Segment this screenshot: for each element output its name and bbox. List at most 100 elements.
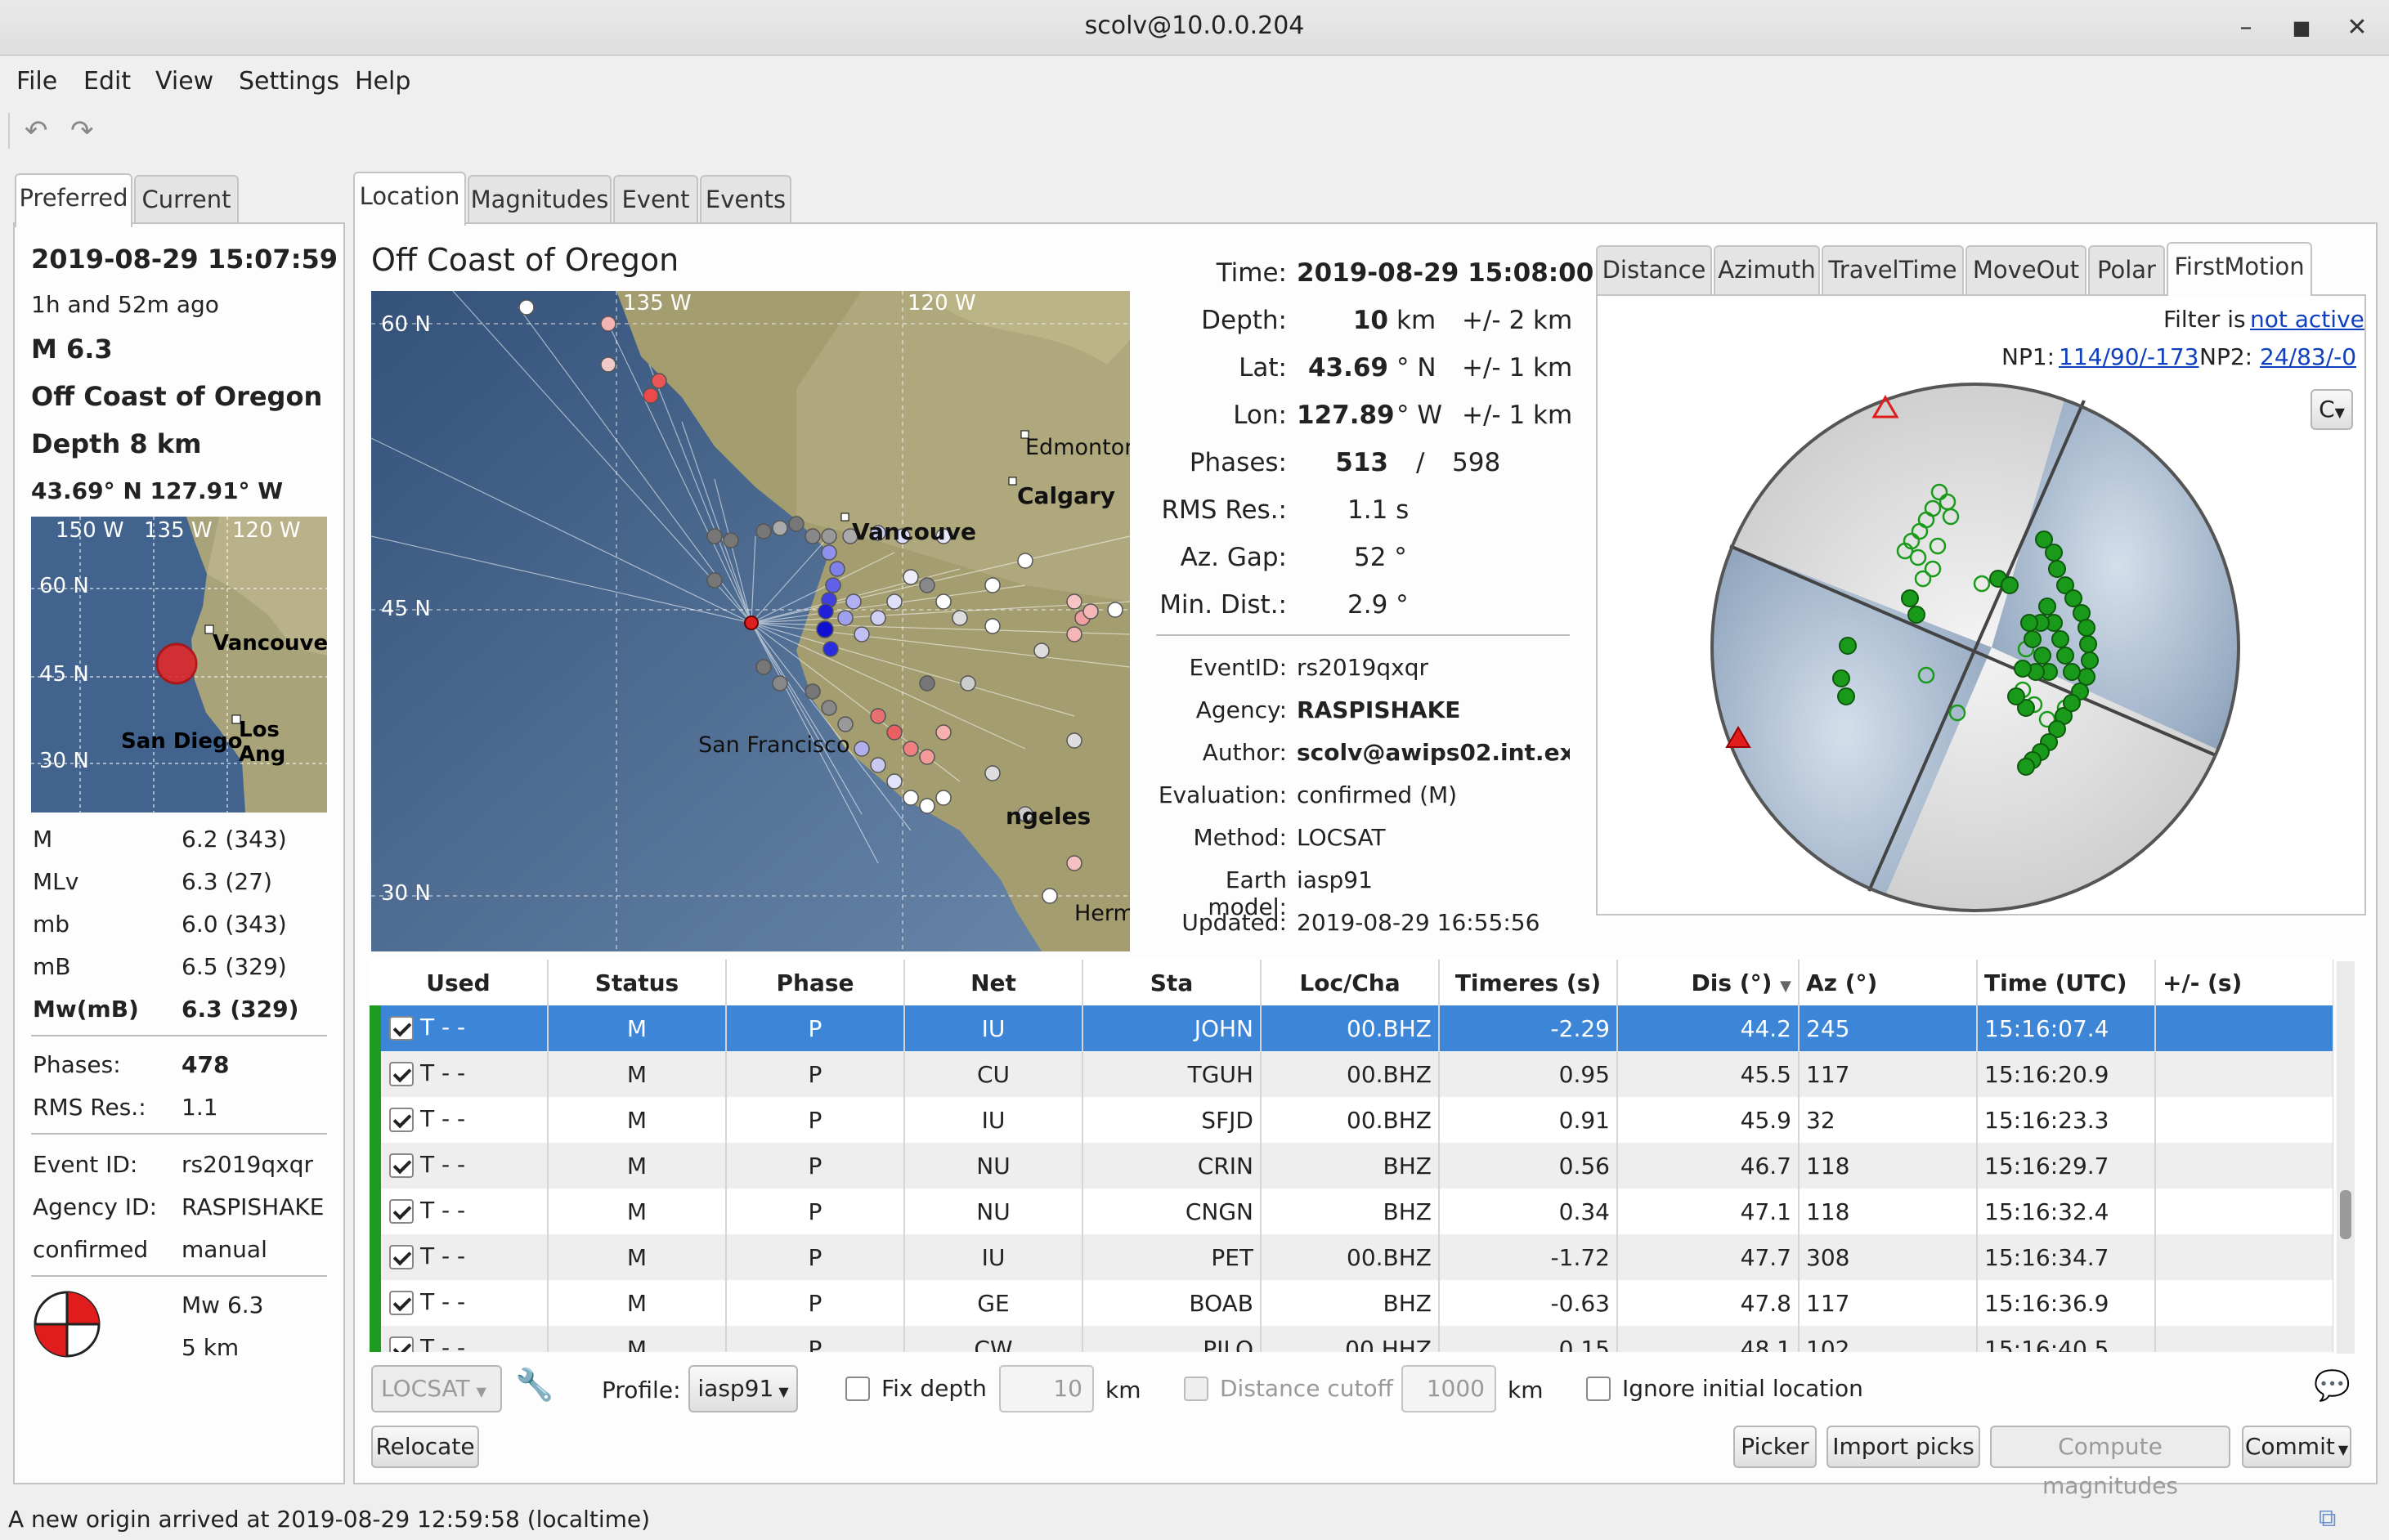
wrench-icon[interactable]: 🔧 <box>515 1367 554 1403</box>
used-cell[interactable]: T - - <box>370 1097 549 1143</box>
beachball-plot[interactable] <box>1705 378 2245 923</box>
used-marker <box>370 1326 381 1352</box>
tab-moveout[interactable]: MoveOut <box>1965 245 2086 294</box>
tab-traveltime[interactable]: TravelTime <box>1822 245 1964 294</box>
column-header-time[interactable]: Time (UTC) <box>1977 960 2156 1005</box>
column-header-phase[interactable]: Phase <box>726 960 905 1005</box>
used-checkbox[interactable] <box>389 1245 414 1269</box>
azimuth-cell: 118 <box>1799 1143 1978 1189</box>
distance-cutoff-input[interactable]: 1000 <box>1401 1365 1496 1412</box>
location-map[interactable]: 60 N 135 W 120 W 45 N 30 N Edmonton Calg… <box>371 291 1130 951</box>
tab-event[interactable]: Event <box>613 175 698 224</box>
menu-help[interactable]: Help <box>355 67 410 96</box>
table-row[interactable]: T - - M P CU TGUH 00.BHZ 0.95 45.5 117 15:16:20.9 <box>370 1051 2333 1097</box>
table-scrollbar[interactable] <box>2337 961 2355 1354</box>
filter-link[interactable]: not active <box>2250 306 2364 333</box>
compute-magnitudes-button[interactable]: Compute magnitudes <box>1990 1426 2230 1499</box>
used-cell[interactable]: T - - <box>370 1234 549 1280</box>
column-header-net[interactable]: Net <box>904 960 1083 1005</box>
used-cell[interactable]: T - - <box>370 1326 549 1352</box>
tab-azimuth[interactable]: Azimuth <box>1714 245 1820 294</box>
used-cell[interactable]: T - - <box>370 1051 549 1097</box>
tab-firstmotion[interactable]: FirstMotion <box>2167 242 2312 296</box>
used-cell[interactable]: T - - <box>370 1189 549 1234</box>
chat-bubble-icon[interactable]: 💬 <box>2314 1368 2351 1403</box>
column-header-dis[interactable]: Dis (°) ▼ <box>1617 960 1800 1005</box>
column-header-loccha[interactable]: Loc/Cha <box>1261 960 1440 1005</box>
import-picks-button[interactable]: Import picks <box>1826 1426 1980 1468</box>
profile-select[interactable]: iasp91 ▼ <box>688 1365 798 1412</box>
used-cell[interactable]: T - - <box>370 1143 549 1189</box>
menu-view[interactable]: View <box>155 67 213 96</box>
table-row[interactable]: T - - M P NU CRIN BHZ 0.56 46.7 118 15:16:29.7 <box>370 1143 2333 1189</box>
time-value: 2019-08-29 15:08:00 <box>1297 258 1594 288</box>
column-header-az[interactable]: Az (°) <box>1799 960 1978 1005</box>
undo-icon[interactable]: ↶ <box>25 114 48 147</box>
close-button[interactable]: ✕ <box>2338 10 2376 46</box>
table-row[interactable]: T - - M P IU JOHN 00.BHZ -2.29 44.2 245 15:16:07.… <box>370 1005 2333 1051</box>
tab-preferred[interactable]: Preferred <box>15 173 132 227</box>
redo-icon[interactable]: ↷ <box>70 114 94 147</box>
timeres-cell: -0.63 <box>1439 1280 1618 1326</box>
menu-settings[interactable]: Settings <box>239 67 339 96</box>
net-cell: CW <box>904 1326 1083 1352</box>
fix-depth-checkbox[interactable] <box>845 1373 870 1401</box>
event-id-label: Event ID: <box>33 1151 138 1178</box>
menu-edit[interactable]: Edit <box>83 67 131 96</box>
tab-distance[interactable]: Distance <box>1596 245 1712 294</box>
used-checkbox[interactable] <box>389 1153 414 1178</box>
tab-events[interactable]: Events <box>700 175 791 224</box>
used-cell[interactable]: T - - <box>370 1005 549 1051</box>
locator-select[interactable]: LOCSAT ▼ <box>371 1365 502 1412</box>
error-cell <box>2155 1143 2333 1189</box>
column-header-err[interactable]: +/- (s) <box>2155 960 2333 1005</box>
coords-label: 43.69° N 127.91° W <box>31 477 284 504</box>
station-cell: BOAB <box>1082 1280 1262 1326</box>
table-row[interactable]: T - - M P CW PILO 00.HHZ 0.15 48.1 102 15:16:40.5 <box>370 1326 2333 1352</box>
error-cell <box>2155 1189 2333 1234</box>
depth-label: Depth: <box>1201 306 1287 335</box>
picker-button[interactable]: Picker <box>1733 1426 1817 1468</box>
column-header-status[interactable]: Status <box>548 960 727 1005</box>
tab-current[interactable]: Current <box>134 175 239 224</box>
tab-magnitudes[interactable]: Magnitudes <box>468 175 612 224</box>
used-checkbox[interactable] <box>389 1016 414 1041</box>
used-checkbox[interactable] <box>389 1108 414 1132</box>
table-row[interactable]: T - - M P GE BOAB BHZ -0.63 47.8 117 15:16:36.9 <box>370 1280 2333 1326</box>
tab-polar[interactable]: Polar <box>2088 245 2165 294</box>
used-checkbox[interactable] <box>389 1199 414 1224</box>
minimize-button[interactable]: – <box>2227 10 2265 46</box>
table-row[interactable]: T - - M P NU CNGN BHZ 0.34 47.1 118 15:16:32.4 <box>370 1189 2333 1234</box>
table-row[interactable]: T - - M P IU SFJD 00.BHZ 0.91 45.9 32 15:16:23.3 <box>370 1097 2333 1143</box>
station-cell: CRIN <box>1082 1143 1262 1189</box>
commit-button[interactable]: Commit ▼ <box>2242 1426 2351 1468</box>
tab-location[interactable]: Location <box>353 172 466 226</box>
column-header-used[interactable]: Used <box>370 960 549 1005</box>
plot-menu-button[interactable]: C▼ <box>2311 389 2353 430</box>
scrollbar-thumb[interactable] <box>2340 1190 2351 1239</box>
maximize-button[interactable]: ■ <box>2283 10 2320 46</box>
distance-cutoff-checkbox[interactable] <box>1184 1373 1208 1401</box>
used-flags: T - - <box>420 1242 466 1269</box>
overview-map[interactable]: 150 W 135 W 120 W 60 N 45 N 30 N Vancouv… <box>31 517 327 813</box>
np2-link[interactable]: 24/83/-0 <box>2260 343 2356 370</box>
used-marker <box>370 1143 381 1189</box>
status-cell: M <box>548 1280 727 1326</box>
used-checkbox[interactable] <box>389 1291 414 1315</box>
beachball-icon <box>33 1290 101 1364</box>
map-label: 60 N <box>381 312 431 337</box>
error-cell <box>2155 1280 2333 1326</box>
table-row[interactable]: T - - M P IU PET 00.BHZ -1.72 47.7 308 15:16:34.7 <box>370 1234 2333 1280</box>
fix-depth-input[interactable]: 10 <box>999 1365 1094 1412</box>
used-checkbox[interactable] <box>389 1336 414 1352</box>
menu-file[interactable]: File <box>16 67 57 96</box>
column-header-sta[interactable]: Sta <box>1082 960 1262 1005</box>
used-checkbox[interactable] <box>389 1062 414 1086</box>
used-marker <box>370 1005 381 1051</box>
ignore-initial-checkbox[interactable] <box>1586 1373 1611 1401</box>
used-marker <box>370 1051 381 1097</box>
relocate-button[interactable]: Relocate <box>371 1426 479 1468</box>
column-header-timeres[interactable]: Timeres (s) <box>1439 960 1618 1005</box>
used-cell[interactable]: T - - <box>370 1280 549 1326</box>
np1-link[interactable]: 114/90/-173 <box>2059 343 2199 370</box>
